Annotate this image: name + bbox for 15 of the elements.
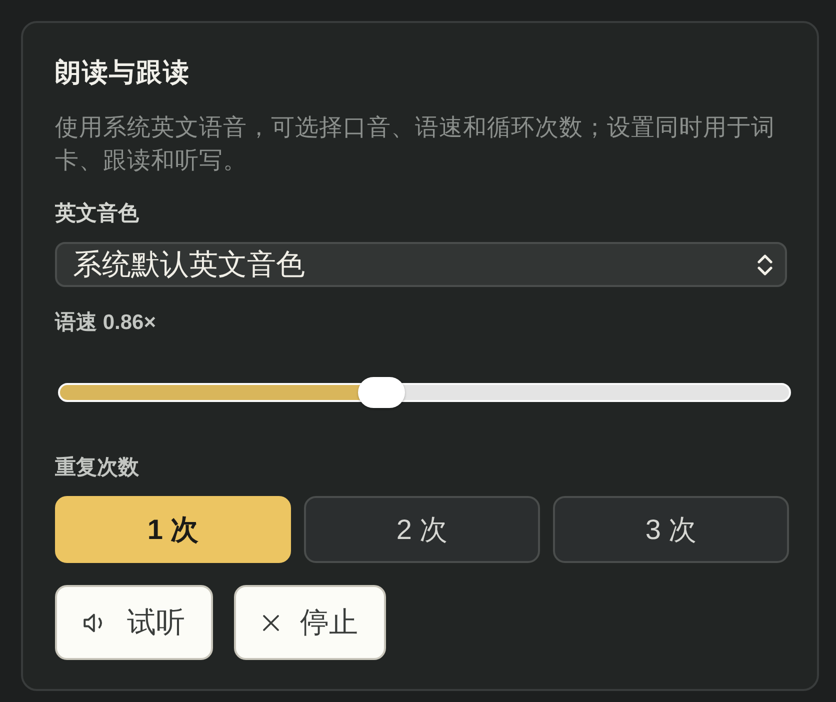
repeat-option[interactable]: 3 次 — [553, 496, 789, 563]
speed-slider-thumb[interactable] — [358, 376, 405, 408]
repeat-option[interactable]: 2 次 — [304, 496, 540, 563]
chevron-updown-icon — [757, 252, 773, 276]
speed-slider-track[interactable] — [58, 376, 791, 408]
stop-button[interactable]: 停止 — [234, 585, 386, 660]
close-icon — [262, 614, 280, 632]
voice-label: 英文音色 — [55, 200, 139, 227]
speed-label: 语速 0.86× — [55, 310, 156, 336]
repeat-label: 重复次数 — [55, 455, 139, 481]
preview-button[interactable]: 试听 — [55, 585, 213, 660]
card-title: 朗读与跟读 — [55, 56, 190, 89]
voice-select[interactable]: 系统默认英文音色 — [55, 242, 787, 287]
card-description: 使用系统英文语音，可选择口音、语速和循环次数；设置同时用于词卡、跟读和听写。 — [55, 113, 776, 175]
repeat-option[interactable]: 1 次 — [55, 496, 291, 563]
